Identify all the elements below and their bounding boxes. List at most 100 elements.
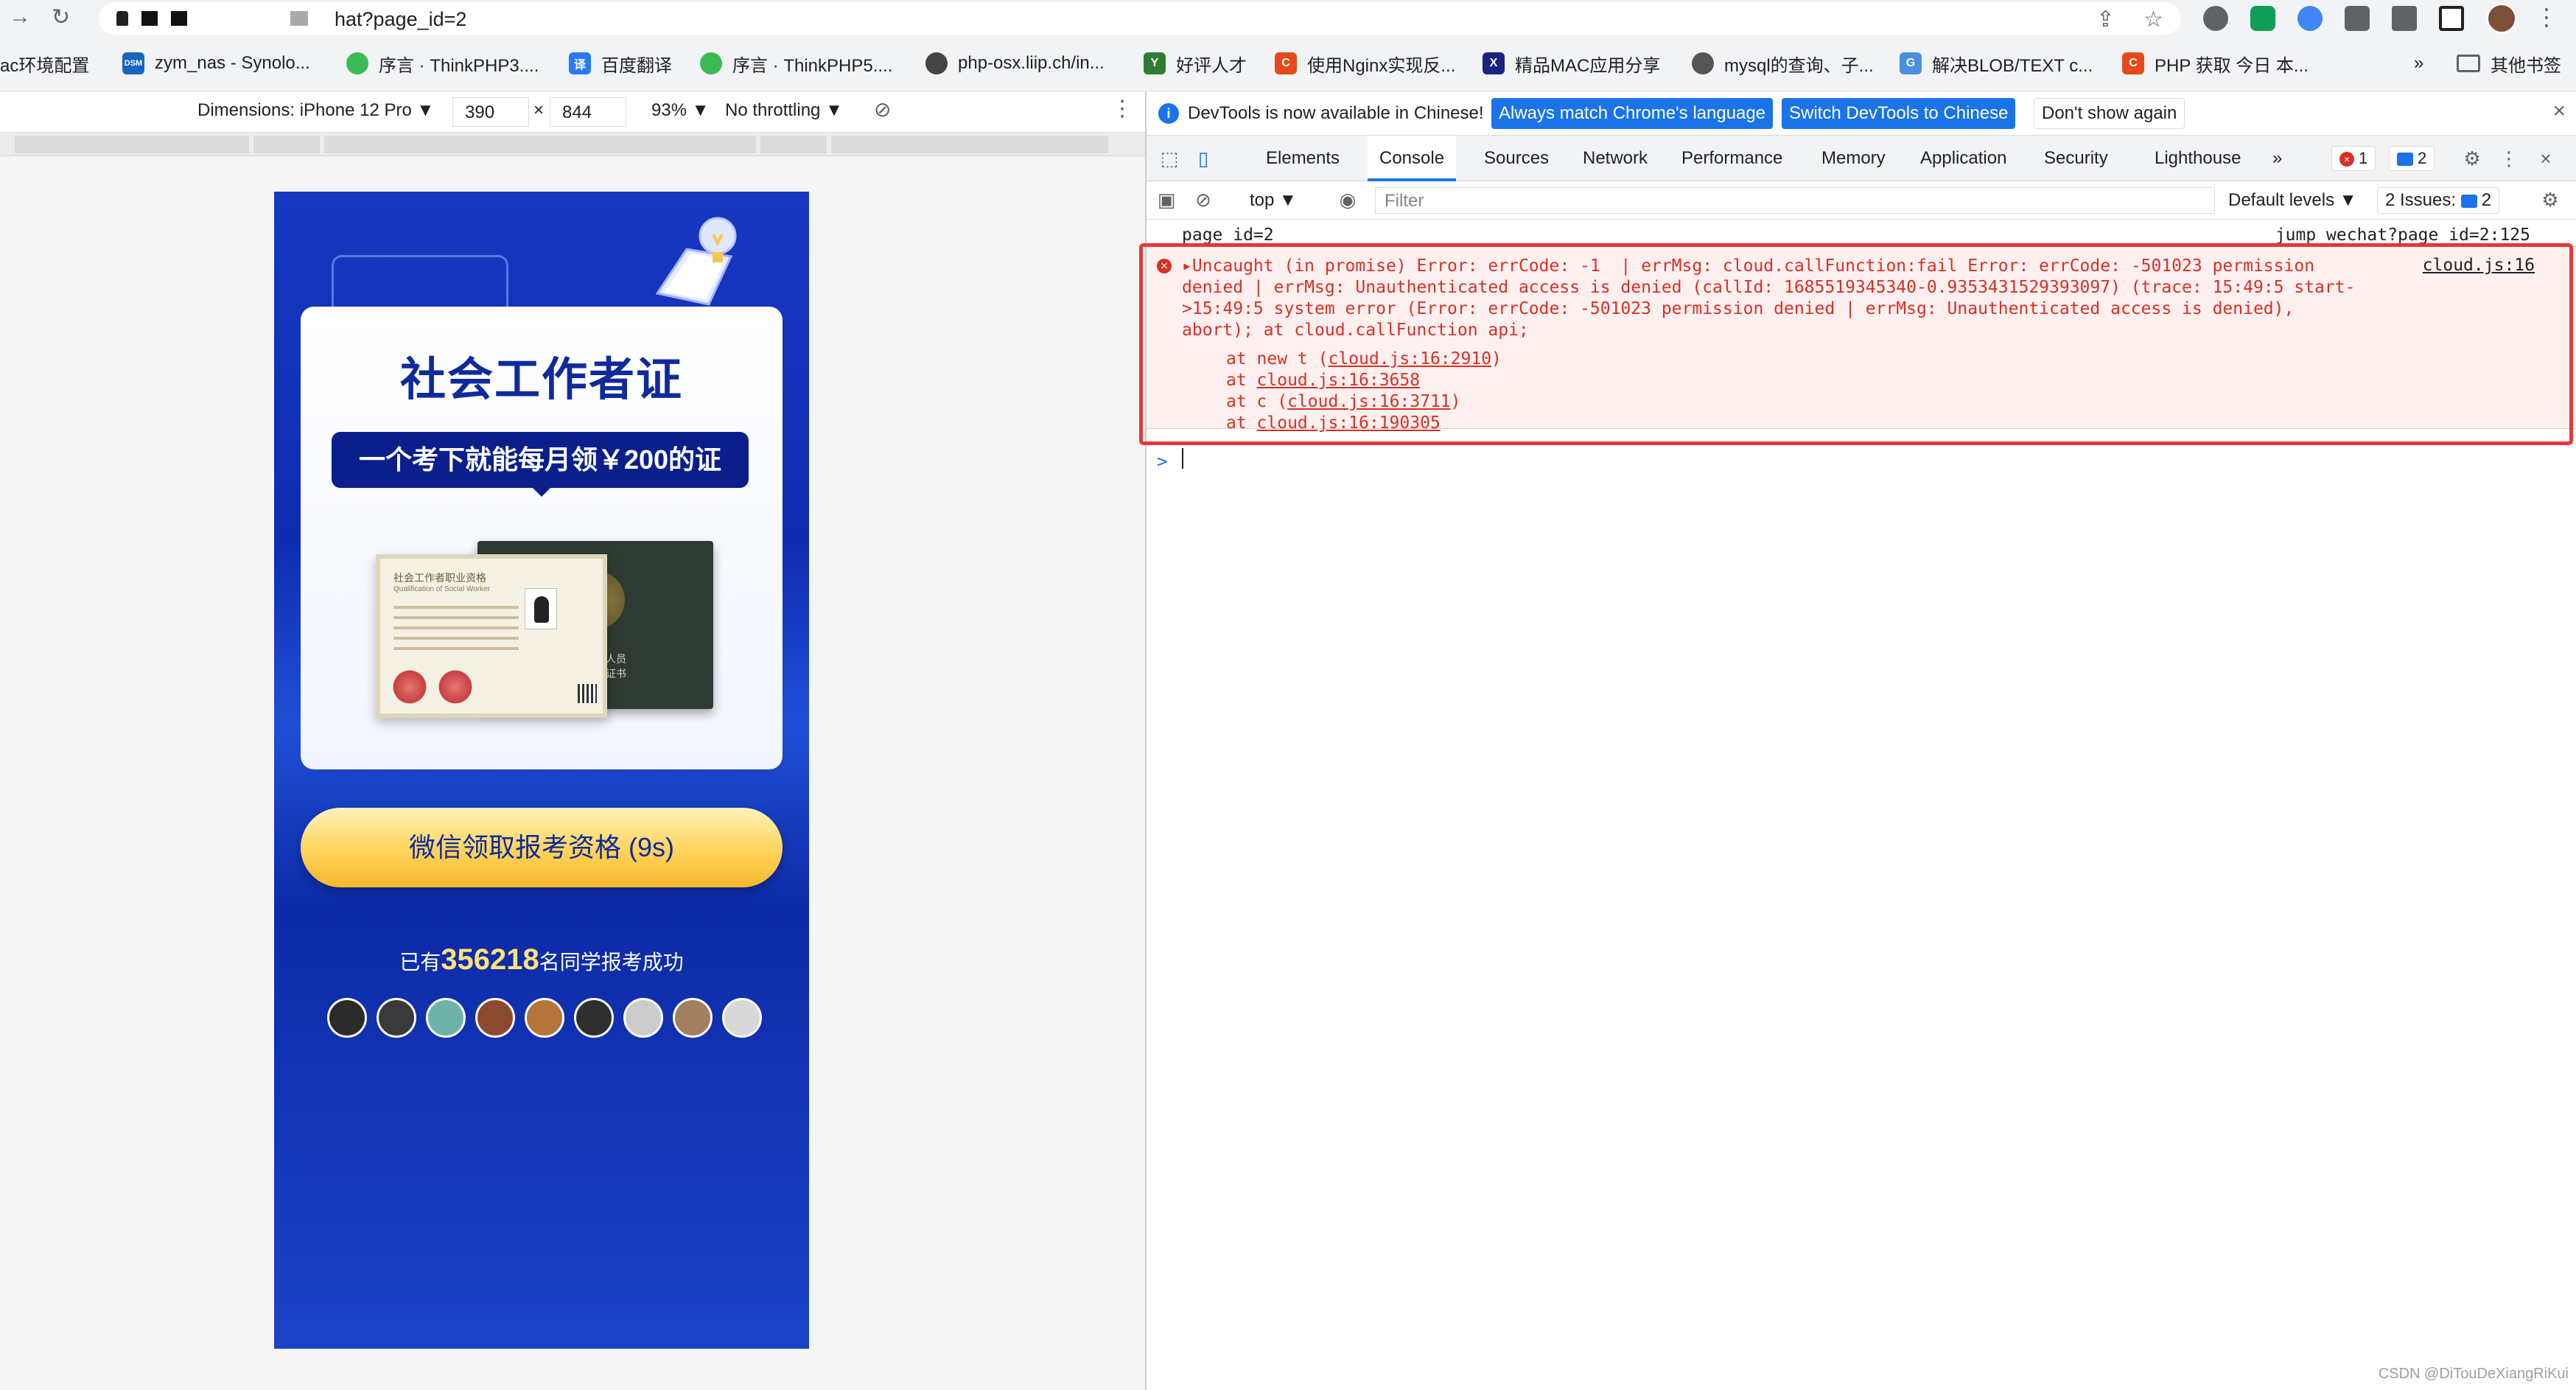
red-seal-icon (389, 666, 430, 708)
bookmark-item[interactable]: ac环境配置 (0, 50, 89, 77)
certificate-text-lines (393, 606, 519, 657)
bookmark-item[interactable]: X 精品MAC应用分享 (1483, 50, 1660, 77)
bookmark-item[interactable]: DSM zym_nas - Synolo... (122, 50, 310, 77)
switch-to-chinese-button[interactable]: Switch DevTools to Chinese (1782, 98, 2016, 129)
url-text[interactable]: hat?page_id=2 (335, 8, 466, 31)
share-icon[interactable]: ⇪ (2096, 7, 2115, 32)
extension-circle-icon[interactable] (2297, 6, 2323, 31)
issue-icon (2460, 194, 2477, 208)
message-count-badge[interactable]: 2 (2389, 146, 2435, 171)
console-settings-gear-icon[interactable]: ⚙ (2539, 189, 2561, 211)
error-count-badge[interactable]: × 1 (2331, 146, 2376, 171)
context-select[interactable]: top ▼ (1250, 190, 1297, 211)
bookmark-item[interactable]: C PHP 获取 今日 本... (2122, 50, 2309, 77)
side-panel-icon[interactable] (2439, 6, 2464, 31)
bookmark-item[interactable]: 序言 · ThinkPHP3.... (346, 50, 539, 77)
console-log-source-link[interactable]: jump_wechat?page_id=2:125 (2275, 226, 2530, 245)
bookmark-item[interactable]: G 解决BLOB/TEXT c... (1900, 50, 2093, 77)
language-infobar: i DevTools is now available in Chinese! … (1147, 91, 2576, 136)
watermark: CSDN @DiTouDeXiangRiKui (2378, 1366, 2569, 1382)
tagline-pointer (531, 486, 552, 497)
tagline-banner: 一个考下就能每月领￥200的证 (332, 432, 749, 488)
always-match-language-button[interactable]: Always match Chrome's language (1491, 98, 1774, 129)
rotate-icon[interactable]: ⊘ (874, 97, 891, 122)
ruler-segment[interactable] (760, 136, 827, 153)
bookmark-item[interactable]: 译百度翻译 (569, 50, 672, 77)
decorative-frame (332, 255, 508, 314)
ribbon-icon (1692, 52, 1714, 74)
user-avatar (426, 998, 466, 1038)
reload-icon[interactable]: ↻ (52, 4, 70, 30)
close-devtools-icon[interactable]: × (2535, 147, 2557, 170)
bookmark-star-icon[interactable]: ☆ (2143, 7, 2163, 32)
certificate-page-image: 社会工作者职业资格 Qualification of Social Worker (376, 554, 607, 718)
media-query-ruler[interactable] (0, 133, 1145, 156)
tab-security[interactable]: Security (2032, 136, 2120, 181)
tab-network[interactable]: Network (1571, 136, 1659, 181)
user-avatar (722, 998, 762, 1038)
bookmarks-bar: ac环境配置 DSM zym_nas - Synolo... 序言 · Think… (0, 37, 2576, 91)
dsm-icon: DSM (122, 52, 144, 74)
tab-sources[interactable]: Sources (1472, 136, 1561, 181)
device-dimensions-select[interactable]: Dimensions: iPhone 12 Pro ▼ (197, 100, 434, 121)
ruler-segment[interactable] (831, 136, 1108, 153)
menu-kebab-icon[interactable]: ⋮ (2535, 3, 2558, 31)
ruler-segment[interactable] (253, 136, 320, 153)
extension-gear-icon[interactable] (2203, 6, 2228, 31)
profile-avatar[interactable] (2486, 3, 2517, 34)
bookmark-item[interactable]: C 使用Nginx实现反... (1275, 50, 1455, 77)
tab-performance[interactable]: Performance (1670, 136, 1794, 181)
signup-count-number: 356218 (441, 943, 539, 976)
ruler-segment[interactable] (15, 136, 249, 153)
zoom-select[interactable]: 93% ▼ (651, 100, 709, 121)
globe-icon (925, 52, 948, 74)
forward-arrow-icon[interactable]: → (9, 4, 31, 29)
throttling-select[interactable]: No throttling ▼ (725, 100, 843, 121)
console-filter-input[interactable]: Filter (1375, 187, 2215, 214)
puzzle-icon[interactable] (2392, 6, 2417, 31)
tab-console[interactable]: Console (1368, 136, 1457, 181)
red-seal-icon (435, 666, 476, 708)
console-input[interactable] (1182, 448, 1183, 469)
redacted-url-block (141, 11, 158, 26)
device-height-input[interactable]: 844 (550, 97, 626, 127)
tab-lighthouse[interactable]: Lighthouse (2143, 136, 2253, 181)
tab-memory[interactable]: Memory (1810, 136, 1897, 181)
bookmarks-overflow-button[interactable]: » (2414, 50, 2423, 77)
bookmark-item[interactable]: mysql的查询、子... (1692, 50, 1874, 77)
csdn-icon: C (2122, 52, 2144, 74)
device-menu-kebab-icon[interactable]: ⋮ (1111, 96, 1133, 122)
sidebar-toggle-icon[interactable]: ▣ (1155, 189, 1177, 211)
device-width-input[interactable]: 390 (452, 97, 529, 127)
ruler-segment[interactable] (324, 136, 756, 153)
settings-gear-icon[interactable]: ⚙ (2461, 147, 2483, 170)
user-avatar (327, 998, 367, 1038)
device-toggle-icon[interactable]: ▯ (1192, 147, 1214, 170)
extension-shield-icon[interactable] (2250, 6, 2275, 31)
bookmark-item[interactable]: Y 好评人才 (1144, 50, 1247, 77)
extension-square-icon[interactable] (2345, 6, 2370, 31)
console-output: page_id=2 jump_wechat?page_id=2:125 × ▸U… (1139, 220, 2576, 1390)
log-levels-select[interactable]: Default levels ▼ (2228, 190, 2357, 211)
more-tabs-button[interactable]: » (2261, 136, 2294, 181)
bookmark-item[interactable]: php-osx.liip.ch/in... (925, 50, 1105, 77)
eye-icon[interactable]: ◉ (1337, 189, 1359, 211)
inspect-element-icon[interactable]: ⬚ (1158, 147, 1180, 170)
other-bookmarks-folder[interactable]: 其他书签 (2457, 50, 2561, 77)
tab-elements[interactable]: Elements (1254, 136, 1351, 181)
devtools-menu-kebab-icon[interactable]: ⋮ (2498, 147, 2520, 170)
dimension-separator: × (533, 100, 545, 120)
user-avatar (377, 998, 416, 1038)
bookmark-item[interactable]: 序言 · ThinkPHP5.... (700, 50, 892, 77)
issues-button[interactable]: 2 Issues: 2 (2377, 187, 2500, 214)
certificate-page-label: 社会工作者职业资格 (393, 572, 486, 584)
address-bar[interactable]: hat?page_id=2 ⇪ ☆ (99, 2, 2181, 35)
tab-application[interactable]: Application (1908, 136, 2018, 181)
translate-icon: 译 (569, 52, 591, 74)
dont-show-again-button[interactable]: Don't show again (2034, 98, 2185, 129)
clear-console-icon[interactable]: ⊘ (1192, 189, 1214, 211)
wechat-signup-button[interactable]: 微信领取报考资格 (9s) (301, 808, 783, 887)
infobar-message: DevTools is now available in Chinese! (1188, 103, 1484, 123)
lock-icon (116, 11, 128, 26)
close-icon[interactable]: × (2552, 99, 2566, 124)
